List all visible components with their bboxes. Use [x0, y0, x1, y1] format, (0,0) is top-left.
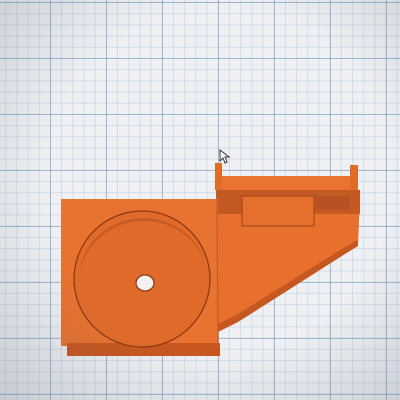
left-post: [215, 163, 222, 190]
orange-part[interactable]: [0, 0, 400, 400]
right-post: [350, 165, 358, 190]
center-hole[interactable]: [135, 274, 155, 292]
3d-viewport[interactable]: [0, 0, 400, 400]
rectangular-slot[interactable]: [241, 195, 315, 227]
slot-shade: [314, 196, 350, 210]
mouse-pointer-icon: [219, 149, 231, 164]
top-rail-lip[interactable]: [216, 176, 356, 190]
